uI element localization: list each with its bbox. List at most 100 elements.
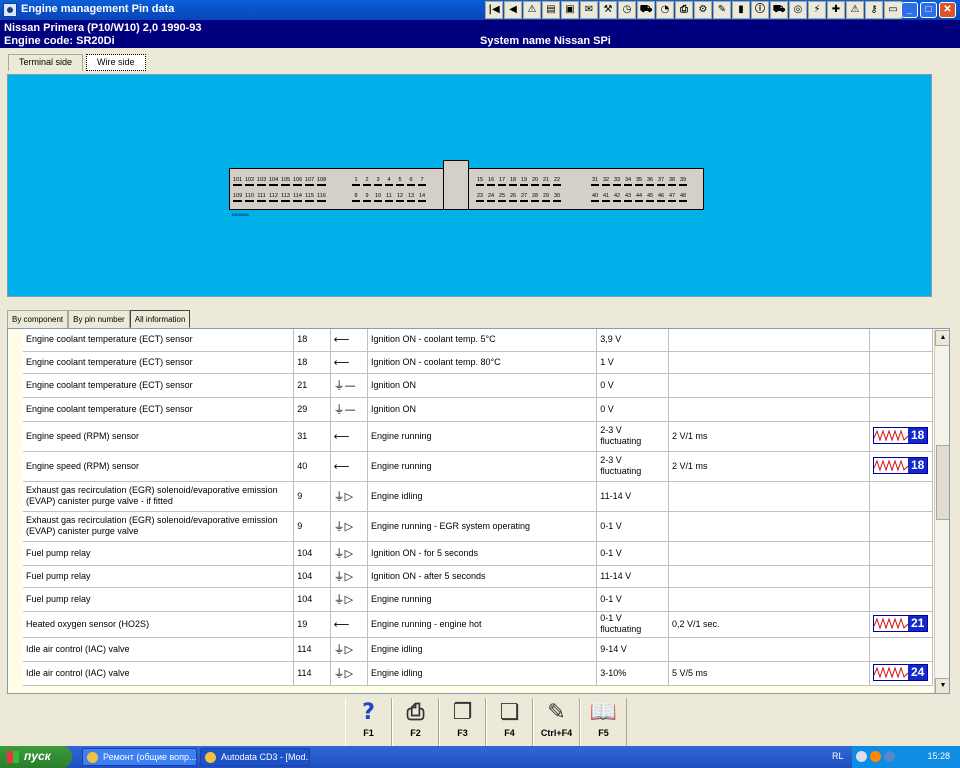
window-title: Engine management Pin data <box>21 3 175 15</box>
alert-icon[interactable]: ⚠ <box>846 1 864 19</box>
waveform-button[interactable]: 21 <box>872 614 929 632</box>
tab-terminal-side[interactable]: Terminal side <box>8 54 84 71</box>
fkey-f2[interactable]: ⎙ F2 <box>392 698 439 746</box>
pin-15: 15 <box>476 177 484 186</box>
scroll-down-button[interactable]: ▼ <box>935 678 949 693</box>
taskbar-item-label: Ремонт (общие вопр... <box>103 752 197 762</box>
pin-4: 4 <box>385 177 393 186</box>
pin-24: 24 <box>487 193 495 202</box>
taskbar-item-repair[interactable]: Ремонт (общие вопр... <box>82 748 197 766</box>
document-icon[interactable]: ▤ <box>542 1 560 19</box>
condition-cell: Ignition ON <box>367 373 598 398</box>
table-row[interactable]: Fuel pump relay 104 ⏚▷ Ignition ON - after … <box>23 565 934 588</box>
signal-type-icon: ⟵ <box>330 329 368 352</box>
scroll-up-button[interactable]: ▲ <box>935 330 949 346</box>
fkey-f3[interactable]: ❐ F3 <box>439 698 486 746</box>
tab-by-pin-number[interactable]: By pin number <box>68 310 130 328</box>
antivirus-icon[interactable] <box>870 751 881 762</box>
waveform-cell[interactable]: 24 <box>869 661 934 686</box>
table-row[interactable]: Fuel pump relay 104 ⏚▷ Ignition ON - for 5 … <box>23 541 934 566</box>
gauge-icon[interactable]: ◔ <box>656 1 674 19</box>
pin-36: 36 <box>646 177 654 186</box>
vertical-scrollbar[interactable]: ▲ ▼ <box>934 330 949 693</box>
car-side-icon[interactable]: ⛟ <box>770 1 788 19</box>
clock-icon[interactable]: ◷ <box>618 1 636 19</box>
close-button[interactable]: ✕ <box>939 2 956 18</box>
value-cell: 11-14 V <box>596 481 669 512</box>
scope-setting-cell <box>668 637 870 662</box>
waveform-cell[interactable]: 18 <box>869 421 934 452</box>
title-bar: Engine management Pin data |◀ ◀ ⚠ ▤ ▣ ✉ ⚒ ◷ ⛟ ◔ ⎙ ⚙… <box>0 0 960 20</box>
pin-22: 22 <box>553 177 561 186</box>
maximize-button[interactable]: □ <box>920 2 937 18</box>
info-icon[interactable]: ⓘ <box>751 1 769 19</box>
table-row[interactable]: Engine speed (RPM) sensor 31 ⟵ Engine runni… <box>23 421 934 452</box>
pin-113: 113 <box>281 193 290 202</box>
pin-38: 38 <box>668 177 676 186</box>
pin-10: 10 <box>374 193 382 202</box>
vehicle-info-bar: Nissan Primera (P10/W10) 2,0 1990-93 Eng… <box>0 20 960 48</box>
minimize-button[interactable]: _ <box>901 2 918 18</box>
app-icon <box>3 3 17 17</box>
waveform-button[interactable]: 18 <box>872 456 929 474</box>
car-icon[interactable]: ⛟ <box>637 1 655 19</box>
waveform-button[interactable]: 24 <box>872 663 929 681</box>
tyre-icon[interactable]: ◎ <box>789 1 807 19</box>
volume-icon[interactable] <box>884 751 895 762</box>
table-row[interactable]: Exhaust gas recirculation (EGR) solenoid… <box>23 511 934 542</box>
fkey-f1[interactable]: ? F1 <box>345 698 392 746</box>
settings-icon[interactable]: ⚙ <box>694 1 712 19</box>
fkey-ctrl-f4[interactable]: ✎ Ctrl+F4 <box>533 698 580 746</box>
network-icon[interactable] <box>856 751 867 762</box>
prev-icon[interactable]: ◀ <box>504 1 522 19</box>
windows-logo-icon <box>7 751 19 763</box>
value-cell: 0-1 V <box>596 511 669 542</box>
tab-by-component[interactable]: By component <box>7 310 69 328</box>
waveform-cell <box>869 351 934 374</box>
waveform-cell[interactable]: 21 <box>869 611 934 638</box>
tab-wire-side[interactable]: Wire side <box>86 54 146 71</box>
wrench-icon[interactable]: ✉ <box>580 1 598 19</box>
table-row[interactable]: Engine speed (RPM) sensor 40 ⟵ Engine runni… <box>23 451 934 482</box>
table-row[interactable]: Exhaust gas recirculation (EGR) solenoid… <box>23 481 934 512</box>
key-icon[interactable]: ⚷ <box>865 1 883 19</box>
first-icon[interactable]: |◀ <box>485 1 503 19</box>
taskbar-item-autodata[interactable]: Autodata CD3 - [Mod... <box>200 748 310 766</box>
battery-icon[interactable]: ▮ <box>732 1 750 19</box>
pin-17: 17 <box>498 177 506 186</box>
window-icon[interactable]: ▭ <box>884 1 902 19</box>
value-cell: 0-1 V <box>596 541 669 566</box>
table-row[interactable]: Idle air control (IAC) valve 114 ⏚▷ Engine … <box>23 661 934 686</box>
table-row[interactable]: Engine coolant temperature (ECT) sensor 1… <box>23 329 934 352</box>
service-icon[interactable]: ✚ <box>827 1 845 19</box>
table-row[interactable]: Heated oxygen sensor (HO2S) 19 ⟵ Engine run… <box>23 611 934 638</box>
warning-icon[interactable]: ⚠ <box>523 1 541 19</box>
language-indicator[interactable]: RL <box>832 751 844 761</box>
connector-key <box>443 160 469 210</box>
table-row[interactable]: Engine coolant temperature (ECT) sensor 2… <box>23 373 934 398</box>
image-icon[interactable]: ▣ <box>561 1 579 19</box>
table-row[interactable]: Fuel pump relay 104 ⏚▷ Engine running 0-1 V <box>23 587 934 612</box>
table-row[interactable]: Engine coolant temperature (ECT) sensor 2… <box>23 397 934 422</box>
table-row[interactable]: Engine coolant temperature (ECT) sensor 1… <box>23 351 934 374</box>
tab-all-information[interactable]: All information <box>129 310 191 328</box>
table-row[interactable]: Idle air control (IAC) valve 114 ⏚▷ Engine … <box>23 637 934 662</box>
start-button[interactable]: пуск <box>0 746 72 768</box>
fkey-f5[interactable]: 📖 F5 <box>580 698 627 746</box>
printer-icon: ⎙ <box>406 700 425 725</box>
scroll-thumb[interactable] <box>936 445 949 520</box>
fkey-f4[interactable]: ❏ F4 <box>486 698 533 746</box>
connector-panel: 101 102 103 104 105 106 107 108 109 110 111 112 113… <box>7 74 932 297</box>
waveform-number: 18 <box>907 427 928 443</box>
pin-cell: 104 <box>293 565 331 588</box>
pen-icon[interactable]: ✎ <box>713 1 731 19</box>
waveform-button[interactable]: 18 <box>872 426 929 444</box>
electrical-icon[interactable]: ⚡ <box>808 1 826 19</box>
pin-103: 103 <box>257 177 266 186</box>
pin-21: 21 <box>542 177 550 186</box>
print-icon[interactable]: ⎙ <box>675 1 693 19</box>
tools-icon[interactable]: ⚒ <box>599 1 617 19</box>
waveform-cell <box>869 587 934 612</box>
window-controls: _ □ ✕ <box>901 2 956 18</box>
waveform-cell[interactable]: 18 <box>869 451 934 482</box>
